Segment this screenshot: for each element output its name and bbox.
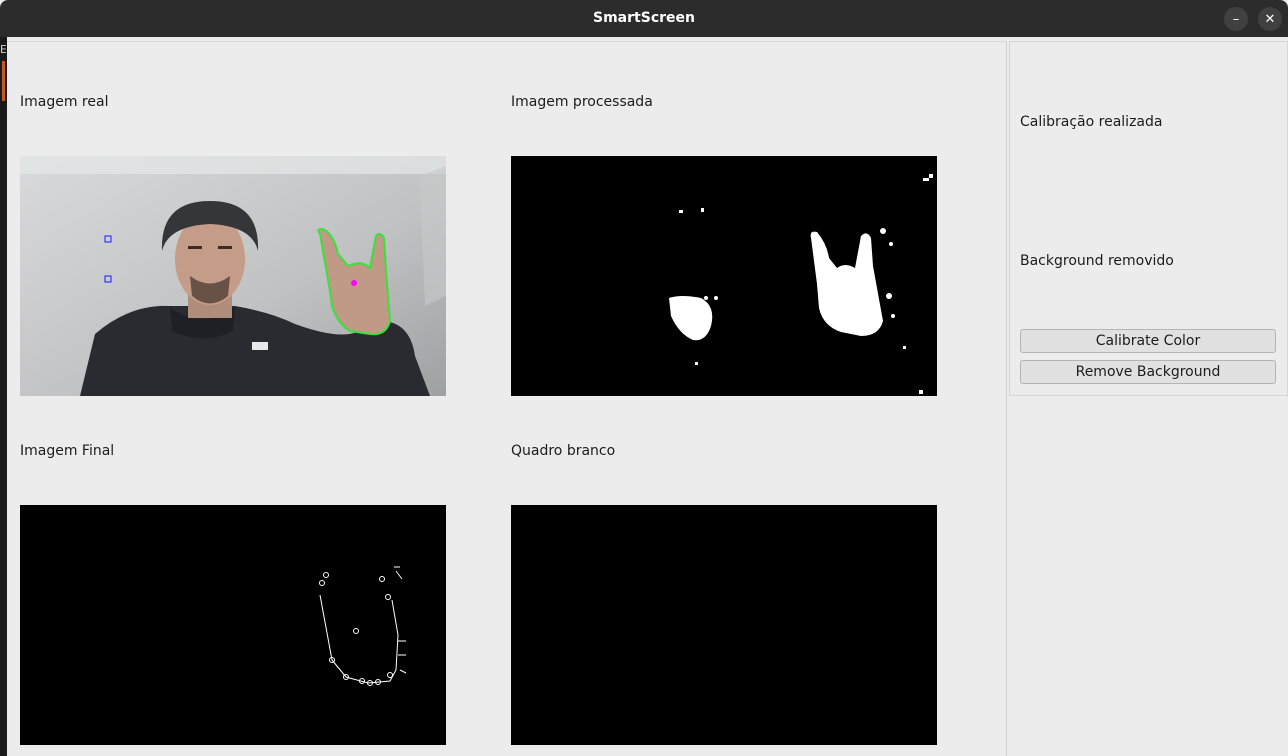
close-button[interactable]: ✕ xyxy=(1258,7,1282,31)
processed-image-view xyxy=(511,156,937,396)
whiteboard-view[interactable] xyxy=(511,505,937,745)
background-app-edge: E xyxy=(0,37,7,756)
control-panel: Calibração realizada Background removido… xyxy=(1009,41,1288,396)
calibrate-color-button[interactable]: Calibrate Color xyxy=(1020,329,1276,353)
title-bar[interactable]: SmartScreen – ✕ xyxy=(0,0,1288,37)
real-image-view xyxy=(20,156,446,396)
real-image-label: Imagem real xyxy=(20,94,109,110)
whiteboard-label: Quadro branco xyxy=(511,443,616,459)
background-app-char: E xyxy=(0,43,7,56)
background-status: Background removido xyxy=(1020,253,1174,269)
remove-background-button[interactable]: Remove Background xyxy=(1020,360,1276,384)
minimize-button[interactable]: – xyxy=(1224,7,1248,31)
real-image-graphic xyxy=(20,156,446,396)
processed-image-graphic xyxy=(669,174,933,394)
calibration-status: Calibração realizada xyxy=(1020,114,1163,130)
final-image-graphic xyxy=(319,566,407,686)
processed-image-label: Imagem processada xyxy=(511,94,653,110)
final-image-label: Imagem Final xyxy=(20,443,115,459)
video-grid: Imagem real Imagem processada Imagem Fin… xyxy=(7,41,1007,756)
window-title: SmartScreen xyxy=(593,10,695,26)
final-image-view xyxy=(20,505,446,745)
app-window: SmartScreen – ✕ E Imagem real Imagem pro… xyxy=(0,0,1288,756)
background-app-accent xyxy=(2,61,5,101)
client-area: Imagem real Imagem processada Imagem Fin… xyxy=(7,37,1288,756)
